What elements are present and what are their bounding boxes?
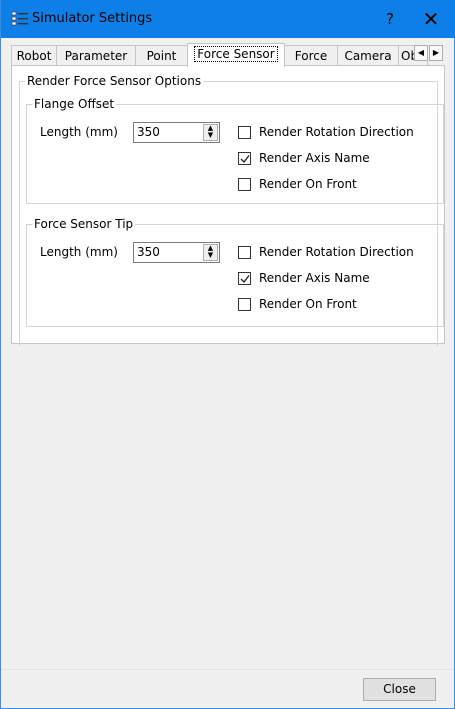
checkbox-label: Render Axis Name bbox=[259, 151, 370, 165]
tab-label: Force Sensor bbox=[194, 46, 278, 62]
force-sensor-tip-title: Force Sensor Tip bbox=[32, 217, 136, 231]
tab-label: Robot bbox=[16, 49, 52, 63]
checkbox-box[interactable] bbox=[238, 178, 251, 191]
force-sensor-tip-group: Force Sensor Tip Length (mm) 350 ▲ ▼ Rend… bbox=[26, 217, 444, 327]
checkbox-box[interactable] bbox=[238, 246, 251, 259]
flange-offset-group: Flange Offset Length (mm) 350 ▲ ▼ Render … bbox=[26, 97, 444, 204]
window-title: Simulator Settings bbox=[32, 11, 153, 26]
close-window-button[interactable]: ✕ bbox=[413, 6, 449, 32]
footer-divider bbox=[1, 669, 454, 670]
tip-length-value: 350 bbox=[137, 245, 160, 259]
checkbox-box[interactable] bbox=[238, 298, 251, 311]
tip-length-spinner[interactable]: ▲ ▼ bbox=[203, 244, 218, 261]
tab-force-sensor[interactable]: Force Sensor bbox=[187, 43, 285, 67]
force-sensor-panel: Render Force Sensor Options Flange Offse… bbox=[11, 65, 445, 346]
tab-point[interactable]: Point bbox=[135, 45, 188, 66]
checkbox-box[interactable] bbox=[238, 152, 251, 165]
tab-parameter[interactable]: Parameter bbox=[56, 45, 136, 66]
checkbox-box[interactable] bbox=[238, 272, 251, 285]
settings-window: Simulator Settings ? ✕ Robot Parameter P… bbox=[0, 0, 455, 709]
tab-label: Parameter bbox=[64, 49, 128, 63]
tab-robot[interactable]: Robot bbox=[11, 45, 57, 66]
flange-offset-title: Flange Offset bbox=[32, 97, 117, 111]
help-button[interactable]: ? bbox=[375, 6, 405, 32]
spin-down-icon[interactable]: ▼ bbox=[204, 252, 217, 259]
flange-length-spinner[interactable]: ▲ ▼ bbox=[203, 124, 218, 141]
checkbox-box[interactable] bbox=[238, 126, 251, 139]
checkbox-label: Render On Front bbox=[259, 177, 357, 191]
tab-strip: Robot Parameter Point Force Sensor Force… bbox=[11, 43, 445, 67]
tab-camera[interactable]: Camera bbox=[337, 45, 399, 66]
tab-scroll-left-icon[interactable]: ◀ bbox=[414, 45, 428, 61]
checkbox-label: Render Rotation Direction bbox=[259, 125, 414, 139]
tab-scroll-right-icon[interactable]: ▶ bbox=[429, 45, 443, 61]
spin-down-icon[interactable]: ▼ bbox=[204, 132, 217, 139]
checkmark-icon bbox=[240, 275, 250, 283]
close-button[interactable]: Close bbox=[363, 678, 436, 701]
checkbox-label: Render On Front bbox=[259, 297, 357, 311]
tab-force[interactable]: Force bbox=[284, 45, 338, 66]
render-options-group-title: Render Force Sensor Options bbox=[25, 74, 204, 88]
tab-label: Camera bbox=[344, 49, 392, 63]
flange-length-label: Length (mm) bbox=[40, 125, 118, 139]
tab-label: Force bbox=[294, 49, 328, 63]
flange-length-value: 350 bbox=[137, 125, 160, 139]
tip-length-label: Length (mm) bbox=[40, 245, 118, 259]
tip-length-input[interactable]: 350 ▲ ▼ bbox=[133, 242, 220, 263]
checkmark-icon bbox=[240, 155, 250, 163]
settings-app-icon bbox=[11, 11, 28, 26]
flange-length-input[interactable]: 350 ▲ ▼ bbox=[133, 122, 220, 143]
checkbox-label: Render Axis Name bbox=[259, 271, 370, 285]
checkbox-label: Render Rotation Direction bbox=[259, 245, 414, 259]
tab-label: Point bbox=[146, 49, 177, 63]
title-bar[interactable]: Simulator Settings ? ✕ bbox=[1, 0, 455, 38]
